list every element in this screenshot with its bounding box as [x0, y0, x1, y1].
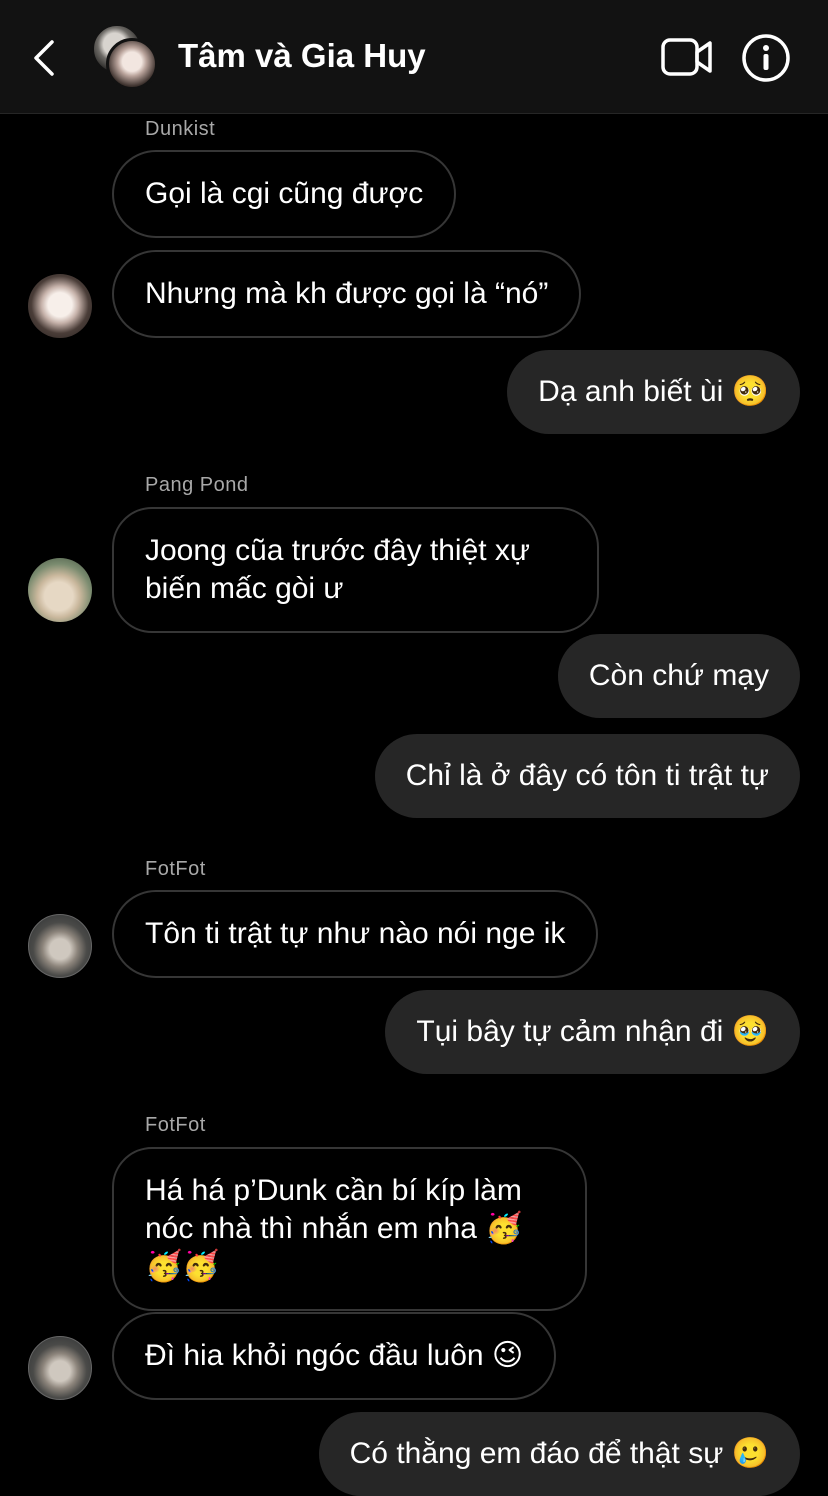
avatar[interactable]: [28, 558, 92, 622]
group-avatar-member-2: [106, 38, 158, 90]
message-text: Chỉ là ở đây có tôn ti trật tự: [405, 759, 769, 792]
avatar[interactable]: [28, 274, 92, 338]
chat-header: Tâm và Gia Huy: [0, 0, 828, 114]
message-bubble[interactable]: Tụi bây tự cảm nhận đi 🥹: [385, 990, 800, 1074]
chat-title[interactable]: Tâm và Gia Huy: [178, 36, 426, 76]
message-bubble[interactable]: Joong cũa trước đây thiệt xự biến mấc gò…: [112, 507, 599, 633]
message-text: Dạ anh biết ùi: [538, 375, 724, 408]
message-bubble[interactable]: Tôn ti trật tự như nào nói nge ik: [112, 890, 599, 978]
message-text-line: nóc nhà thì nhắn em nha 🥳: [145, 1210, 554, 1248]
message-bubble[interactable]: Gọi là cgi cũng được: [112, 150, 457, 238]
holding-back-tears-emoji: 🥹: [731, 1014, 769, 1049]
sender-name: FotFot: [145, 858, 206, 880]
message-text: Tụi bây tự cảm nhận đi: [416, 1015, 724, 1048]
message-bubble[interactable]: Nhưng mà kh được gọi là “nó”: [112, 250, 582, 338]
message-text: Nhưng mà kh được gọi là “nó”: [145, 277, 549, 310]
sender-name: FotFot: [145, 1114, 206, 1136]
message-text-line: Joong cũa trước đây thiệt xự: [145, 534, 531, 567]
group-avatar[interactable]: [92, 24, 158, 90]
back-button[interactable]: [28, 38, 64, 78]
message-bubble[interactable]: Có thằng em đáo để thật sự 🥲: [318, 1412, 800, 1496]
winking-face-emoji: 😉: [491, 1338, 524, 1373]
message-bubble[interactable]: Dạ anh biết ùi 🥺: [507, 350, 800, 434]
message-text: Đì hia khỏi ngóc đầu luôn: [145, 1339, 484, 1372]
message-text-line: Há há p’Dunk cần bí kíp làm: [145, 1174, 522, 1207]
message-text: nóc nhà thì nhắn em nha: [145, 1212, 477, 1245]
message-text: Tôn ti trật tự như nào nói nge ik: [145, 917, 566, 950]
partying-face-emoji: 🥳🥳: [145, 1249, 220, 1284]
pleading-face-emoji: 🥺: [731, 374, 769, 409]
info-button[interactable]: [741, 33, 791, 83]
avatar[interactable]: [28, 914, 92, 978]
avatar[interactable]: [28, 1336, 92, 1400]
message-text-line: biến mấc gòi ư: [145, 572, 344, 605]
message-text: Có thằng em đáo để thật sự: [349, 1437, 724, 1470]
chevron-left-icon: [34, 40, 54, 76]
message-bubble[interactable]: Há há p’Dunk cần bí kíp làm nóc nhà thì …: [112, 1147, 587, 1311]
message-bubble[interactable]: Đì hia khỏi ngóc đầu luôn 😉: [112, 1312, 557, 1400]
partying-face-emoji: 🥳: [485, 1211, 523, 1246]
video-camera-icon: [661, 38, 712, 76]
message-bubble[interactable]: Còn chứ mạy: [557, 634, 800, 718]
video-call-button[interactable]: [660, 36, 714, 78]
sender-name: Dunkist: [145, 118, 216, 140]
info-icon: [742, 34, 790, 82]
sender-name: Pang Pond: [145, 474, 249, 496]
message-text: Gọi là cgi cũng được: [145, 177, 424, 210]
smiling-face-with-tear-emoji: 🥲: [731, 1436, 769, 1471]
message-bubble[interactable]: Chỉ là ở đây có tôn ti trật tự: [374, 734, 800, 818]
message-text: Còn chứ mạy: [588, 659, 769, 692]
